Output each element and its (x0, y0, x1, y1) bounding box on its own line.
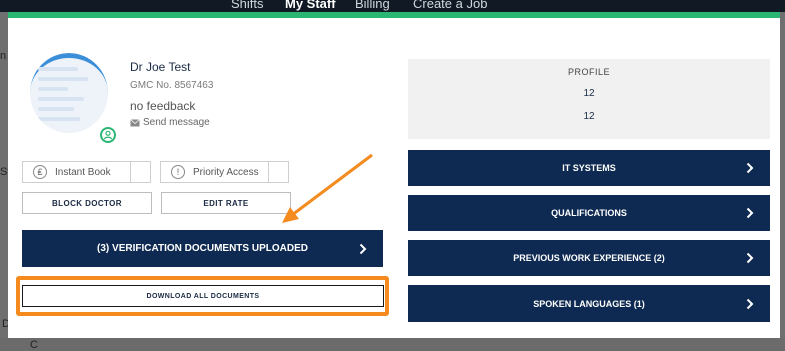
profile-value: 12 (583, 111, 595, 122)
spoken-languages-button[interactable]: SPOKEN LANGUAGES (1) (408, 285, 770, 322)
send-message-label: Send message (143, 117, 210, 128)
nav-billing[interactable]: Billing (355, 0, 390, 11)
avatar (30, 53, 108, 133)
doctor-name: Dr Joe Test (130, 60, 191, 74)
verification-documents-label: (3) VERIFICATION DOCUMENTS UPLOADED (97, 243, 308, 254)
profile-title: PROFILE (567, 67, 610, 77)
qualifications-label: QUALIFICATIONS (551, 208, 627, 218)
nav-create-job[interactable]: Create a Job (413, 0, 487, 11)
user-verified-icon (100, 127, 116, 143)
currency-icon: ₤ (33, 165, 47, 179)
doctor-profile-modal: Dr Joe Test GMC No. 8567463 no feedback … (8, 12, 780, 338)
qualifications-button[interactable]: QUALIFICATIONS (408, 195, 770, 231)
doctor-avatar-area (30, 53, 116, 143)
background-right-strip (780, 12, 785, 351)
chevron-right-icon (746, 207, 754, 219)
chevron-right-icon (746, 298, 754, 309)
instant-book-checkbox[interactable] (130, 162, 150, 182)
previous-work-experience-label: PREVIOUS WORK EXPERIENCE (2) (513, 253, 665, 263)
spoken-languages-label: SPOKEN LANGUAGES (1) (533, 298, 645, 309)
it-systems-button[interactable]: IT SYSTEMS (408, 150, 770, 186)
alert-icon: ! (171, 165, 185, 179)
send-message-link[interactable]: Send message (130, 117, 210, 128)
background-text-fragment: n (0, 50, 7, 62)
edit-rate-button[interactable]: EDIT RATE (161, 192, 291, 214)
previous-work-experience-button[interactable]: PREVIOUS WORK EXPERIENCE (2) (408, 240, 770, 276)
nav-shifts[interactable]: Shifts (231, 0, 264, 11)
chevron-right-icon (359, 243, 367, 254)
background-text-fragment: C (30, 339, 38, 351)
background-left-strip (0, 12, 8, 351)
instant-book-toggle[interactable]: ₤ Instant Book (22, 161, 151, 183)
verification-documents-button[interactable]: (3) VERIFICATION DOCUMENTS UPLOADED (22, 230, 383, 267)
chevron-right-icon (746, 162, 754, 174)
chevron-right-icon (746, 252, 754, 264)
block-doctor-button[interactable]: BLOCK DOCTOR (22, 192, 152, 214)
it-systems-label: IT SYSTEMS (562, 163, 616, 173)
background-bottom-strip (0, 338, 785, 351)
priority-access-checkbox[interactable] (268, 162, 288, 182)
priority-access-toggle[interactable]: ! Priority Access (160, 161, 289, 183)
download-all-documents-button[interactable]: DOWNLOAD ALL DOCUMENTS (22, 285, 384, 307)
nav-my-staff[interactable]: My Staff (285, 0, 336, 11)
profile-value: 12 (583, 88, 595, 99)
doctor-feedback: no feedback (130, 99, 196, 113)
top-navigation: Shifts My Staff Billing Create a Job (0, 0, 785, 12)
envelope-icon (130, 118, 140, 126)
priority-access-label: Priority Access (193, 166, 259, 178)
instant-book-label: Instant Book (55, 166, 111, 178)
doctor-gmc-number: GMC No. 8567463 (130, 80, 214, 91)
profile-panel: PROFILE 12 12 (408, 59, 770, 139)
